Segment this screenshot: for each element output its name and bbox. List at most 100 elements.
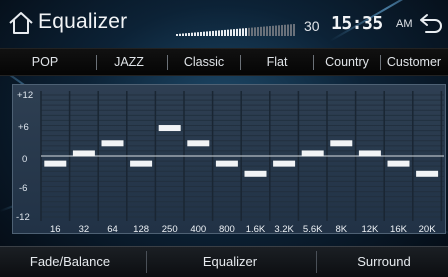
clock-ampm: AM [396,18,413,30]
volume-tick [203,31,205,36]
volume-tick [209,31,211,36]
eq-band-slider[interactable] [130,160,153,167]
clock-time: 15:35 [331,13,383,34]
frequency-label: 16K [390,224,407,235]
volume-tick [239,28,241,36]
volume-tick [266,26,268,36]
frequency-label: 64 [107,224,118,235]
preset-classic[interactable]: Classic [174,49,234,75]
home-icon[interactable] [7,9,35,37]
eq-band-slider[interactable] [387,160,410,167]
frequency-label: 250 [161,224,178,235]
preset-country[interactable]: Country [318,49,376,75]
volume-tick [257,27,259,36]
volume-tick [218,30,220,36]
preset-jazz[interactable]: JAZZ [103,49,155,75]
volume-tick [230,29,232,36]
volume-tick [242,28,244,36]
volume-tick [245,28,247,36]
eq-band-slider[interactable] [301,150,324,157]
frequency-label: 128 [133,224,150,235]
volume-tick [233,29,235,36]
frequency-label: 400 [190,224,207,235]
volume-tick [224,29,226,36]
volume-tick [194,32,196,36]
volume-tick [197,32,199,36]
y-label-minus12: -12 [16,212,30,223]
volume-tick [254,27,256,36]
volume-tick [269,26,271,36]
preset-divider [313,55,314,70]
volume-tick [281,25,283,36]
bottom-divider [316,251,317,273]
frequency-label: 800 [218,224,235,235]
frequency-label: 16 [50,224,61,235]
frequency-label: 32 [78,224,90,235]
frequency-label: 3.2K [274,224,294,235]
volume-tick [278,25,280,36]
eq-band-slider[interactable] [416,170,439,177]
volume-tick [263,26,265,36]
equalizer-plot [40,91,444,221]
equalizer-tab-button[interactable]: Equalizer [150,247,310,277]
volume-tick [200,31,202,36]
volume-tick [227,29,229,36]
volume-tick [260,26,262,36]
y-label-plus12: +12 [17,90,34,101]
preset-customer[interactable]: Customer [383,49,445,75]
frequency-label: 8K [335,224,348,235]
eq-band-slider[interactable] [44,160,67,167]
eq-band-slider[interactable] [187,140,210,147]
volume-value: 30 [304,18,320,34]
volume-tick [182,33,184,36]
eq-band-slider[interactable] [72,150,95,157]
volume-tick [236,28,238,36]
bottom-divider [146,251,147,273]
y-label-minus6: -6 [19,183,28,194]
volume-tick [275,25,277,36]
volume-tick [188,32,190,36]
volume-tick [284,24,286,36]
frequency-label: 12K [361,224,379,235]
frequency-label: 20K [418,224,436,235]
preset-bar: POP JAZZ Classic Flat Country Customer [0,48,448,76]
volume-tick [215,30,217,36]
volume-tick [251,27,253,36]
eq-band-slider[interactable] [358,150,381,157]
back-icon[interactable] [418,11,444,35]
y-label-zero: 0 [22,154,28,165]
preset-divider [96,55,97,70]
page-title: Equalizer [38,10,128,33]
preset-divider [380,55,381,70]
preset-pop[interactable]: POP [20,49,70,75]
preset-divider [240,55,241,70]
preset-divider [167,55,168,70]
preset-flat[interactable]: Flat [247,49,307,75]
eq-band-slider[interactable] [244,170,267,177]
eq-band-slider[interactable] [273,160,296,167]
frequency-label: 5.6K [302,224,323,235]
volume-tick [290,24,292,36]
eq-band-slider[interactable] [215,160,238,167]
header: Equalizer 30 15:35 AM [0,0,448,46]
volume-tick [212,30,214,36]
volume-tick [185,33,187,36]
volume-tick [176,34,178,36]
y-label-plus6: +6 [18,122,29,133]
fade-balance-button[interactable]: Fade/Balance [0,247,140,277]
equalizer-graph: +12 +6 0 -6 -12 16 32 64 128 250 400 800 1.6K 3.… [12,84,446,235]
volume-tick [206,31,208,36]
eq-band-slider[interactable] [158,125,181,132]
frequency-label: 1.6K [245,224,266,235]
volume-tick [221,30,223,36]
volume-tick [272,25,274,36]
volume-level-bar [176,24,295,36]
eq-band-slider[interactable] [101,140,124,147]
volume-tick [191,32,193,36]
volume-tick [287,24,289,36]
volume-tick [179,33,181,36]
volume-tick [248,27,250,36]
surround-button[interactable]: Surround [320,247,448,277]
volume-tick [293,24,295,36]
eq-band-slider[interactable] [330,140,353,147]
